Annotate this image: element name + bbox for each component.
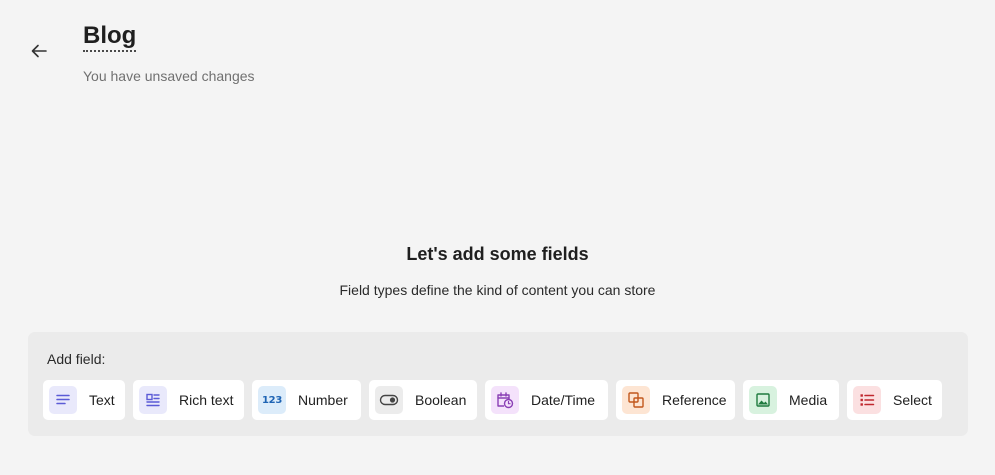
reference-icon <box>622 386 650 414</box>
add-number-field-button[interactable]: 123 Number <box>252 380 361 420</box>
add-text-field-button[interactable]: Text <box>43 380 125 420</box>
add-field-label: Add field: <box>47 351 106 367</box>
field-type-label: Reference <box>662 392 727 408</box>
add-media-field-button[interactable]: Media <box>743 380 839 420</box>
add-boolean-field-button[interactable]: Boolean <box>369 380 477 420</box>
add-rich-text-field-button[interactable]: Rich text <box>133 380 244 420</box>
field-type-label: Number <box>298 392 348 408</box>
arrow-left-icon <box>31 44 47 58</box>
empty-state-title: Let's add some fields <box>406 244 589 264</box>
calendar-clock-icon <box>491 386 519 414</box>
number-icon: 123 <box>258 386 286 414</box>
toggle-icon <box>375 386 403 414</box>
image-icon <box>749 386 777 414</box>
field-type-label: Date/Time <box>531 392 596 408</box>
field-type-label: Text <box>89 392 115 408</box>
field-type-label: Media <box>789 392 828 408</box>
text-lines-icon <box>49 386 77 414</box>
list-icon <box>853 386 881 414</box>
number-icon-text: 123 <box>262 394 282 406</box>
add-datetime-field-button[interactable]: Date/Time <box>485 380 608 420</box>
field-type-label: Boolean <box>415 392 467 408</box>
add-reference-field-button[interactable]: Reference <box>616 380 735 420</box>
unsaved-changes-status: You have unsaved changes <box>83 68 255 84</box>
empty-state-description: Field types define the kind of content y… <box>339 282 656 298</box>
field-type-label: Rich text <box>179 392 234 408</box>
page-title[interactable]: Blog <box>83 22 137 52</box>
add-field-panel: Add field: Text Rich text 123 Number Boo… <box>28 332 968 436</box>
back-button[interactable] <box>28 40 50 62</box>
field-type-label: Select <box>893 392 932 408</box>
add-select-field-button[interactable]: Select <box>847 380 942 420</box>
rich-text-icon <box>139 386 167 414</box>
